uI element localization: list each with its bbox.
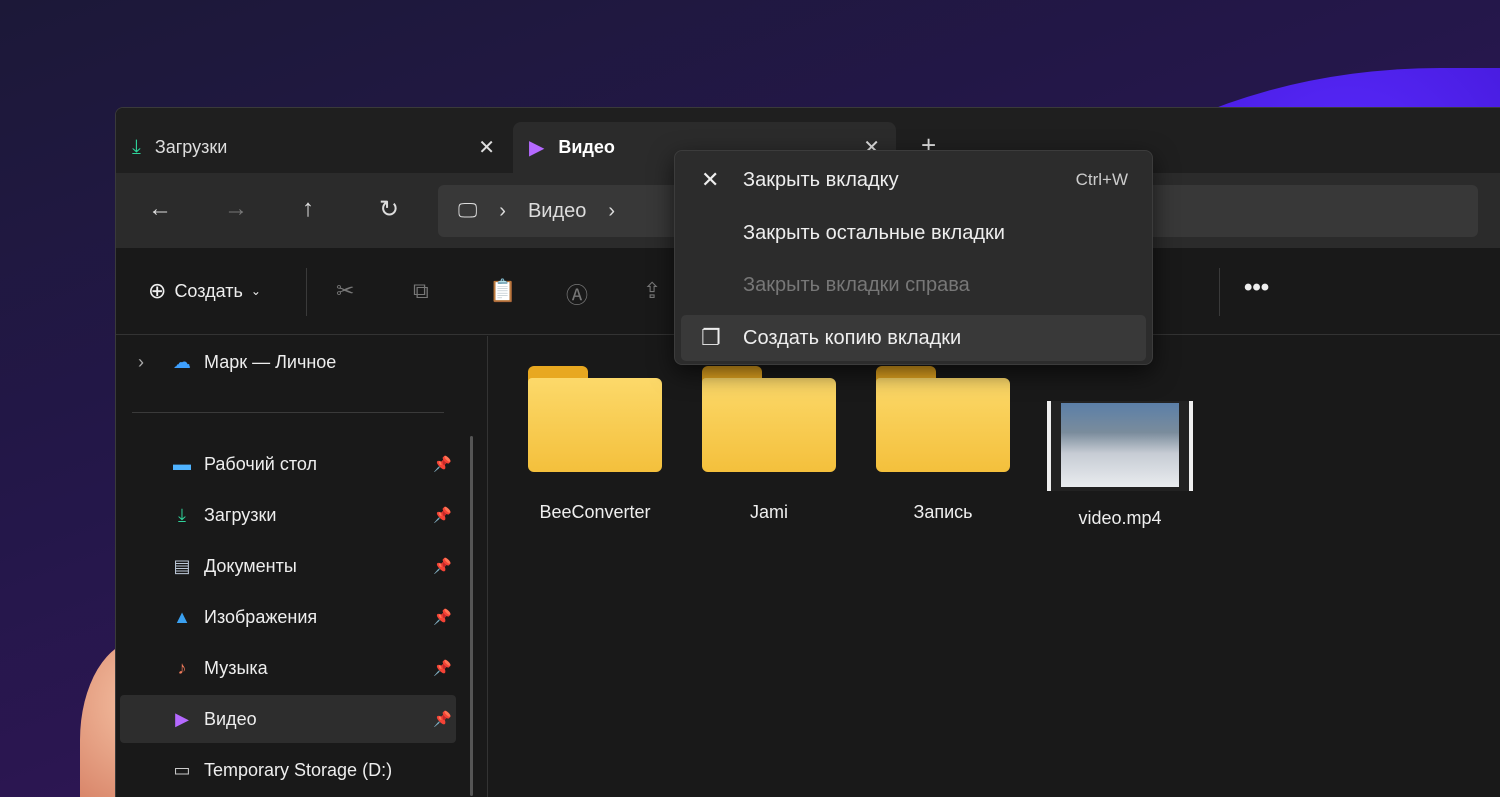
sidebar-item-onedrive[interactable]: › ☁ Марк — Личное — [120, 338, 456, 386]
divider — [1219, 268, 1220, 316]
plus-circle-icon: ⊕ — [148, 278, 167, 303]
pin-icon[interactable]: 📌 — [433, 557, 452, 575]
pin-icon[interactable]: 📌 — [433, 710, 452, 728]
sidebar-item-pictures[interactable]: ▲ Изображения 📌 — [120, 593, 456, 641]
sidebar-item-music[interactable]: ♪ Музыка 📌 — [120, 644, 456, 692]
folder-icon — [528, 366, 662, 472]
file-list: BeeConverter Jami Запись video.mp4 — [488, 336, 1500, 797]
file-name: video.mp4 — [1078, 508, 1162, 528]
pin-icon[interactable]: 📌 — [433, 608, 452, 626]
back-icon[interactable]: ← — [148, 195, 172, 223]
folder-item[interactable]: BeeConverter — [520, 366, 670, 523]
sidebar-item-label: Загрузки — [204, 504, 277, 525]
sidebar-item-label: Видео — [204, 708, 257, 729]
sidebar-item-label: Музыка — [204, 657, 268, 678]
shortcut-label: Ctrl+W — [1075, 170, 1128, 189]
sidebar-item-label: Temporary Storage (D:) — [204, 759, 393, 780]
video-icon: ▶ — [529, 137, 545, 159]
video-icon: ▶ — [175, 708, 189, 729]
navigation-pane: › ☁ Марк — Личное ▬ Рабочий стол 📌 ⤓ Загруз… — [116, 336, 488, 797]
tab-context-menu: ✕ Закрыть вкладку Ctrl+W Закрыть остальные… — [674, 150, 1153, 365]
folder-item[interactable]: Jami — [694, 366, 844, 523]
cut-icon[interactable]: ✂ — [336, 278, 354, 304]
refresh-icon[interactable]: ↻ — [379, 195, 399, 224]
share-icon[interactable]: ⇪ — [643, 278, 661, 304]
tab-downloads[interactable]: ⤓ Загрузки ✕ — [116, 122, 511, 173]
menu-item-label: Закрыть вкладки справа — [743, 273, 970, 296]
pin-icon[interactable]: 📌 — [433, 455, 452, 473]
sidebar-item-desktop[interactable]: ▬ Рабочий стол 📌 — [120, 440, 456, 488]
sidebar-item-label: Марк — Личное — [204, 351, 337, 372]
create-label: Создать — [174, 280, 243, 301]
chevron-right-icon: › — [499, 199, 506, 222]
pin-icon[interactable]: 📌 — [433, 659, 452, 677]
file-name: Jami — [749, 502, 788, 522]
more-options-button[interactable]: ••• — [1244, 274, 1269, 302]
copy-icon[interactable]: ⧉ — [413, 278, 429, 304]
download-icon: ⤓ — [178, 504, 186, 525]
sidebar-item-label: Изображения — [204, 606, 318, 627]
computer-icon: 🖵 — [458, 199, 478, 222]
pin-icon[interactable]: 📌 — [433, 506, 452, 524]
menu-item-duplicate-tab[interactable]: ❐ Создать копию вкладки — [681, 315, 1146, 361]
breadcrumb-video[interactable]: Видео — [528, 200, 586, 223]
menu-item-label: Создать копию вкладки — [743, 326, 962, 349]
folder-icon — [702, 366, 836, 472]
folder-icon — [876, 366, 1010, 472]
drive-icon: ▭ — [173, 759, 191, 780]
folder-item[interactable]: Запись — [868, 366, 1018, 523]
sidebar-item-drive-d[interactable]: ▭ Temporary Storage (D:) — [120, 746, 456, 794]
menu-item-close-other-tabs[interactable]: Закрыть остальные вкладки — [681, 210, 1146, 256]
onedrive-icon: ☁ — [173, 351, 191, 372]
image-icon: ▲ — [173, 606, 191, 627]
file-name: Запись — [913, 502, 973, 522]
close-icon: ✕ — [701, 167, 720, 192]
menu-item-label: Закрыть остальные вкладки — [743, 221, 1005, 244]
chevron-right-icon: › — [608, 199, 616, 222]
desktop-icon: ▬ — [173, 453, 191, 474]
scrollbar[interactable] — [470, 436, 473, 796]
chevron-right-icon[interactable]: › — [138, 352, 144, 373]
up-icon[interactable]: ↑ — [302, 195, 314, 223]
file-name: BeeConverter — [539, 502, 651, 522]
video-thumbnail — [1047, 401, 1193, 491]
menu-item-label: Закрыть вкладку — [743, 168, 899, 191]
rename-icon[interactable]: Ⓐ — [566, 278, 588, 310]
divider — [306, 268, 307, 316]
document-icon: ▤ — [173, 555, 191, 576]
menu-item-close-tabs-right[interactable]: Закрыть вкладки справа — [681, 262, 1146, 308]
sidebar-item-documents[interactable]: ▤ Документы 📌 — [120, 542, 456, 590]
sidebar-item-downloads[interactable]: ⤓ Загрузки 📌 — [120, 491, 456, 539]
sidebar-item-label: Рабочий стол — [204, 453, 317, 474]
sidebar-item-video[interactable]: ▶ Видео 📌 — [120, 695, 456, 743]
download-icon: ⤓ — [132, 136, 141, 158]
duplicate-icon: ❐ — [701, 325, 721, 350]
chevron-down-icon: ⌄ — [250, 284, 261, 298]
close-tab-icon[interactable]: ✕ — [478, 135, 495, 160]
paste-icon[interactable]: 📋 — [489, 278, 516, 304]
video-file-item[interactable]: video.mp4 — [1045, 366, 1195, 529]
create-button[interactable]: ⊕ Создать ⌄ — [148, 278, 261, 304]
divider — [132, 412, 444, 413]
tab-label: Загрузки — [154, 137, 228, 157]
menu-item-close-tab[interactable]: ✕ Закрыть вкладку Ctrl+W — [681, 157, 1146, 203]
tab-label: Видео — [558, 137, 615, 157]
forward-icon[interactable]: → — [224, 195, 248, 223]
sidebar-item-label: Документы — [204, 555, 297, 576]
music-icon: ♪ — [177, 657, 187, 678]
